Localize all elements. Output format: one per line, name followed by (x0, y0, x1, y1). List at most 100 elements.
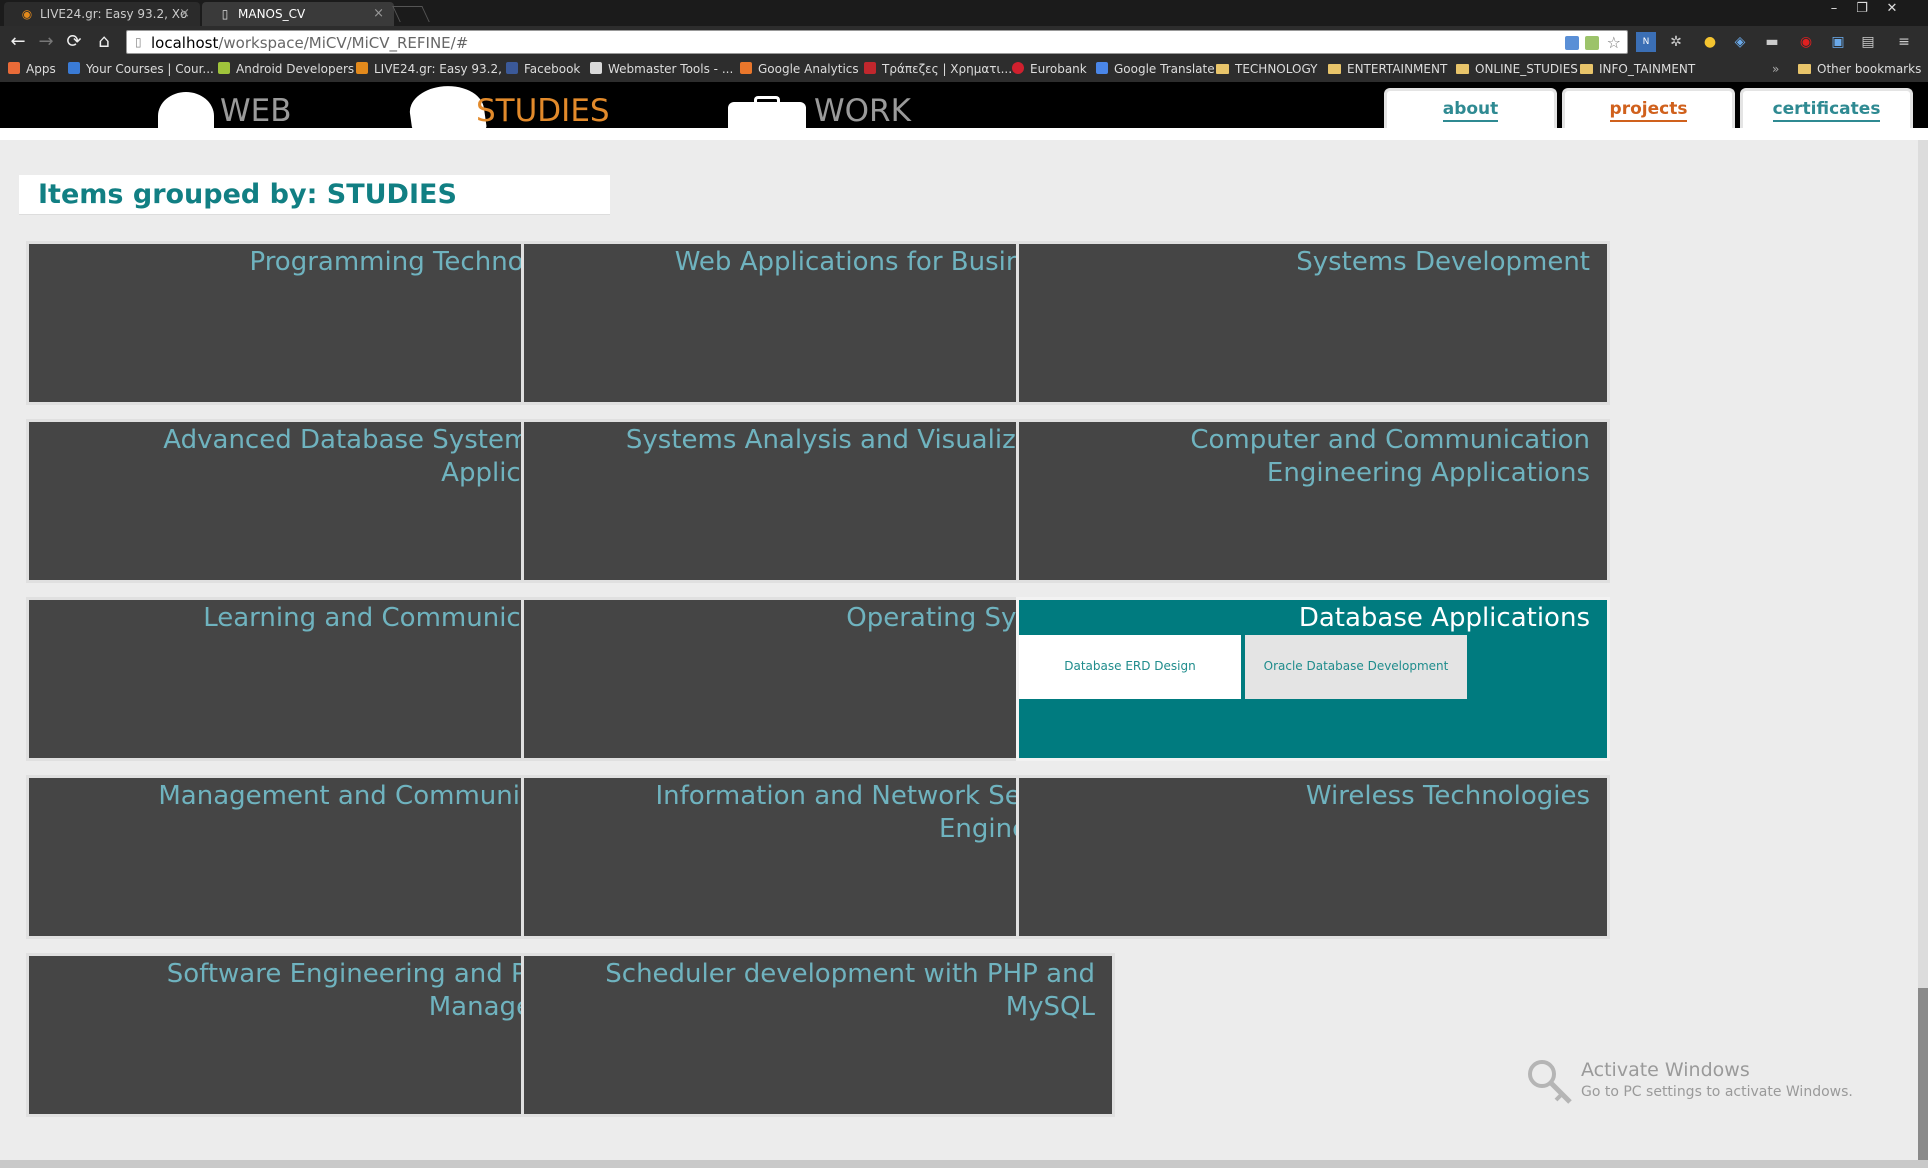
tab-certificates[interactable]: certificates (1740, 88, 1913, 132)
page-icon: ▯ (221, 7, 229, 21)
bookmark-banks[interactable]: Τράπεζες | Χρηματι... (864, 62, 1012, 76)
activate-title: Activate Windows (1581, 1059, 1750, 1081)
print-extension-icon[interactable]: ▤ (1858, 32, 1878, 52)
apps-grid-icon (8, 62, 20, 74)
bank-icon (864, 62, 876, 74)
back-button[interactable]: ← (6, 30, 30, 54)
page-icon: ▯ (135, 35, 142, 49)
study-card-title: Programming Technologies (249, 247, 600, 277)
lightbulb-extension-icon[interactable]: ● (1700, 32, 1720, 52)
rss-icon (356, 62, 368, 74)
bookmark-folder-online-studies[interactable]: ONLINE_STUDIES (1456, 62, 1578, 76)
folder-icon (1456, 64, 1469, 74)
close-window-button[interactable]: ✕ (1880, 1, 1904, 16)
translate-page-icon[interactable] (1565, 36, 1579, 50)
folder-icon (1798, 64, 1811, 74)
tab-projects[interactable]: projects (1562, 88, 1735, 132)
browser-tab-live24[interactable]: ◉ LIVE24.gr: Easy 93.2, Xo × (4, 2, 200, 26)
address-bar[interactable]: ▯ localhost/workspace/MiCV/MiCV_REFINE/#… (126, 30, 1628, 54)
rss-icon: ◉ (21, 7, 33, 21)
restore-button[interactable]: ❐ (1850, 1, 1874, 16)
study-card[interactable]: Wireless Technologies (1016, 775, 1610, 939)
project-item[interactable]: Oracle Database Development (1245, 635, 1467, 699)
eurobank-icon (1012, 62, 1024, 74)
bookmark-webmaster[interactable]: Webmaster Tools - ... (590, 62, 733, 76)
study-card-title: Learning and Communications (203, 603, 600, 633)
reload-button[interactable]: ⟳ (62, 30, 86, 54)
study-card-title: Database Applications (1298, 603, 1590, 633)
study-card-title: Web Applications for Businesses (674, 247, 1095, 277)
study-card[interactable]: Computer and Communication Engineering A… (1016, 419, 1610, 583)
close-tab-icon[interactable]: × (179, 6, 190, 21)
page-title: Items grouped by: STUDIES (38, 179, 457, 210)
url-text: localhost/workspace/MiCV/MiCV_REFINE/# (151, 34, 469, 52)
bookmark-translate[interactable]: Google Translate (1096, 62, 1215, 76)
other-bookmarks[interactable]: Other bookmarks (1798, 62, 1921, 76)
bookmark-folder-technology[interactable]: TECHNOLOGY (1216, 62, 1317, 76)
bookmark-courses[interactable]: Your Courses | Cour... (68, 62, 214, 76)
bookmark-android[interactable]: Android Developers (218, 62, 354, 76)
courses-icon (68, 62, 80, 74)
study-card-title: Information and Network Security Enginee… (655, 781, 1095, 844)
study-card-title: Operating Systems (846, 603, 1095, 633)
study-card[interactable]: Scheduler development with PHP and MySQL (521, 953, 1115, 1117)
record-extension-icon[interactable]: ◉ (1796, 32, 1816, 52)
webmaster-icon (590, 62, 602, 74)
nav-web[interactable]: WEB (220, 94, 292, 128)
download-extension-icon[interactable]: ▣ (1828, 32, 1848, 52)
study-card-title: Wireless Technologies (1305, 781, 1590, 811)
sync-extension-icon[interactable]: ◈ (1730, 32, 1750, 52)
nav-work[interactable]: WORK (814, 94, 911, 128)
bookmark-analytics[interactable]: Google Analytics (740, 62, 859, 76)
project-item[interactable]: Database ERD Design (1019, 635, 1241, 699)
header-divider (0, 128, 1928, 140)
study-card[interactable]: Database Applications Database ERD Design… (1016, 597, 1610, 761)
tab-about[interactable]: about (1384, 88, 1557, 132)
tab-title: MANOS_CV (238, 7, 306, 21)
bookmark-live24[interactable]: LIVE24.gr: Easy 93.2, ... (356, 62, 517, 76)
group-heading-box: Items grouped by: STUDIES (19, 175, 610, 215)
bookmark-facebook[interactable]: Facebook (506, 62, 580, 76)
new-extension-icon[interactable]: N (1636, 32, 1656, 52)
nav-studies[interactable]: STUDIES (476, 94, 610, 128)
os-taskbar (0, 1160, 1928, 1168)
close-tab-icon[interactable]: × (373, 6, 384, 21)
study-card-title: Management and Communication (158, 781, 600, 811)
analytics-icon (740, 62, 752, 74)
tab-title: LIVE24.gr: Easy 93.2, Xo (40, 7, 188, 21)
bookmark-eurobank[interactable]: Eurobank (1012, 62, 1087, 76)
translate-icon (1096, 62, 1108, 74)
page-scrollbar[interactable] (1918, 140, 1928, 1168)
bookmarks-overflow-button[interactable]: » (1772, 62, 1779, 76)
minus-extension-icon[interactable]: ▬ (1762, 32, 1782, 52)
folder-icon (1328, 64, 1341, 74)
gear-extension-icon[interactable]: ✲ (1666, 32, 1686, 52)
study-card-title: Systems Development (1296, 247, 1590, 277)
bookmark-star-icon[interactable]: ☆ (1607, 33, 1621, 52)
site-header: WEB STUDIES WORK about projects certific… (0, 81, 1928, 141)
key-icon (1528, 1060, 1572, 1104)
study-card-title: Systems Analysis and Visualizations (625, 425, 1095, 455)
browser-toolbar: ← → ⟳ ⌂ ▯ localhost/workspace/MiCV/MiCV_… (0, 26, 1928, 58)
browser-tab-manos-cv[interactable]: ▯ MANOS_CV × (202, 2, 394, 26)
scrollbar-thumb[interactable] (1918, 988, 1928, 1168)
bookmarks-bar: Apps Your Courses | Cour... Android Deve… (0, 58, 1928, 82)
rss-subscribe-icon[interactable] (1585, 36, 1599, 50)
browser-tab-strip: ◉ LIVE24.gr: Easy 93.2, Xo × ▯ MANOS_CV … (0, 0, 1928, 26)
facebook-icon (506, 62, 518, 74)
home-button[interactable]: ⌂ (92, 30, 116, 54)
bookmark-folder-info-tainment[interactable]: INFO_TAINMENT (1580, 62, 1695, 76)
activate-subtitle: Go to PC settings to activate Windows. (1581, 1084, 1853, 1100)
study-card-title: Software Engineering and Project Managem… (166, 959, 600, 1022)
bookmark-apps[interactable]: Apps (8, 62, 56, 76)
android-icon (218, 62, 230, 74)
menu-icon[interactable]: ≡ (1894, 32, 1914, 52)
study-card-title: Advanced Database Systems and Applicatio… (163, 425, 600, 488)
bookmark-folder-entertainment[interactable]: ENTERTAINMENT (1328, 62, 1447, 76)
minimize-button[interactable]: – (1822, 1, 1846, 16)
forward-button[interactable]: → (34, 30, 58, 54)
study-card[interactable]: Systems Development (1016, 241, 1610, 405)
new-tab-button[interactable] (392, 6, 430, 22)
study-card-title: Computer and Communication Engineering A… (1190, 425, 1590, 488)
study-card-title: Scheduler development with PHP and MySQL (605, 959, 1095, 1022)
